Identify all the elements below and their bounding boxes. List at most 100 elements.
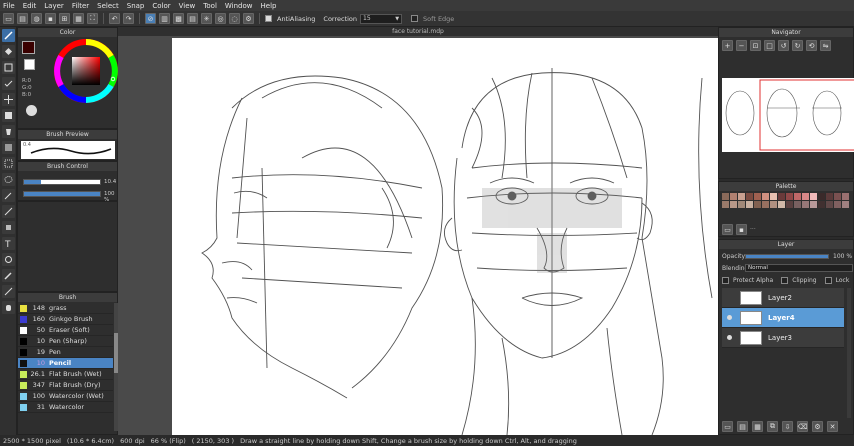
layer-visibility-toggle[interactable] bbox=[727, 295, 732, 300]
palette-swatch[interactable] bbox=[770, 193, 777, 200]
palette-swatch[interactable] bbox=[738, 193, 745, 200]
layer-row-layer3[interactable]: Layer3 bbox=[722, 328, 844, 348]
new-folder-icon[interactable]: ▦ bbox=[752, 421, 763, 432]
brush-item-eraser-soft[interactable]: 50 Eraser (Soft) bbox=[18, 325, 113, 336]
select-rect-tool-icon[interactable] bbox=[2, 61, 15, 74]
palette-swatch[interactable] bbox=[794, 193, 801, 200]
layer-opacity-slider[interactable] bbox=[745, 254, 829, 259]
palette-swatch[interactable] bbox=[818, 193, 825, 200]
brush-tool-icon[interactable] bbox=[2, 29, 15, 42]
new-canvas-icon[interactable]: ▭ bbox=[3, 13, 14, 24]
palette-swatch[interactable] bbox=[826, 201, 833, 208]
soft-edge-checkbox[interactable] bbox=[411, 15, 419, 22]
palette-swatch[interactable] bbox=[794, 201, 801, 208]
background-color-swatch[interactable] bbox=[24, 59, 35, 70]
redo-icon[interactable]: ↷ bbox=[123, 13, 134, 24]
palette-more-icon[interactable]: ... bbox=[750, 224, 756, 235]
palette-swatch[interactable] bbox=[834, 193, 841, 200]
select-pen-tool-icon[interactable] bbox=[2, 205, 15, 218]
layer-visibility-toggle[interactable] bbox=[727, 335, 732, 340]
palette-swatch[interactable] bbox=[730, 193, 737, 200]
size-slider[interactable] bbox=[23, 179, 101, 185]
palette-swatch[interactable] bbox=[730, 201, 737, 208]
snap-vanishing-icon[interactable]: ▤ bbox=[187, 13, 198, 24]
palette-swatch[interactable] bbox=[746, 201, 753, 208]
lock-checkbox[interactable] bbox=[824, 277, 832, 284]
opacity-slider[interactable] bbox=[23, 191, 101, 197]
clipping-checkbox[interactable] bbox=[781, 277, 789, 284]
menu-edit[interactable]: Edit bbox=[23, 2, 37, 10]
snap-parallel-icon[interactable]: ▥ bbox=[159, 13, 170, 24]
palette-swatch[interactable] bbox=[810, 193, 817, 200]
duplicate-layer-icon[interactable]: ⧉ bbox=[767, 421, 778, 432]
brush-item-grass[interactable]: 148 grass bbox=[18, 303, 113, 314]
zoom-in-icon[interactable]: + bbox=[722, 40, 733, 51]
palette-swatch[interactable] bbox=[818, 201, 825, 208]
select-all-icon[interactable]: ⛶ bbox=[87, 13, 98, 24]
navigator-preview[interactable] bbox=[722, 78, 854, 152]
rotate-right-icon[interactable]: ↻ bbox=[792, 40, 803, 51]
antialiasing-checkbox[interactable] bbox=[265, 15, 272, 22]
snap-off-icon[interactable]: ⊘ bbox=[145, 13, 156, 24]
brush-item-pen[interactable]: 19 Pen bbox=[18, 347, 113, 358]
palette-swatch[interactable] bbox=[810, 201, 817, 208]
menu-layer[interactable]: Layer bbox=[44, 2, 64, 10]
snap-radial-icon[interactable]: ✳ bbox=[201, 13, 212, 24]
menu-view[interactable]: View bbox=[179, 2, 196, 10]
brush-item-watercolor[interactable]: 31 Watercolor bbox=[18, 402, 113, 413]
zoom-out-icon[interactable]: − bbox=[736, 40, 747, 51]
lasso-free-tool-icon[interactable] bbox=[2, 173, 15, 186]
brush-item-flat-wet[interactable]: 26.1 Flat Brush (Wet) bbox=[18, 369, 113, 380]
move-tool-icon[interactable] bbox=[2, 93, 15, 106]
palette-swatch[interactable] bbox=[738, 201, 745, 208]
palette-swatch[interactable] bbox=[778, 201, 785, 208]
palette-swatch[interactable] bbox=[802, 201, 809, 208]
protect-alpha-checkbox[interactable] bbox=[722, 277, 729, 284]
menu-select[interactable]: Select bbox=[97, 2, 119, 10]
snap-curve-icon[interactable]: ◌ bbox=[229, 13, 240, 24]
palette-icon[interactable] bbox=[26, 105, 37, 116]
fit-icon[interactable]: ⊡ bbox=[750, 40, 761, 51]
brush-item-watercolor-wet[interactable]: 100 Watercolor (Wet) bbox=[18, 391, 113, 402]
brush-item-pencil[interactable]: 10 Pencil bbox=[18, 358, 113, 369]
hide-icon[interactable]: ▦ bbox=[73, 13, 84, 24]
palette-swatch[interactable] bbox=[770, 201, 777, 208]
palette-swatch[interactable] bbox=[786, 193, 793, 200]
palette-swatch[interactable] bbox=[754, 193, 761, 200]
palette-delete-icon[interactable]: ▪ bbox=[736, 224, 747, 235]
new-halftone-layer-icon[interactable]: ▤ bbox=[737, 421, 748, 432]
color-wheel[interactable] bbox=[54, 39, 118, 103]
menu-help[interactable]: Help bbox=[261, 2, 277, 10]
menu-color[interactable]: Color bbox=[152, 2, 170, 10]
palette-swatch[interactable] bbox=[754, 201, 761, 208]
palette-swatch[interactable] bbox=[842, 193, 849, 200]
drawing-canvas[interactable] bbox=[172, 38, 718, 435]
snap-circle-icon[interactable]: ◎ bbox=[215, 13, 226, 24]
layer-row-layer2[interactable]: Layer2 bbox=[722, 288, 844, 308]
correction-select[interactable]: 15 ▼ bbox=[360, 13, 403, 24]
rotate-left-icon[interactable]: ↺ bbox=[778, 40, 789, 51]
layer-settings-icon[interactable]: ⚙ bbox=[812, 421, 823, 432]
layer-scrollbar[interactable] bbox=[847, 288, 851, 418]
brush-item-ginkgo[interactable]: 160 Ginkgo Brush bbox=[18, 314, 113, 325]
palette-swatch[interactable] bbox=[762, 201, 769, 208]
text-tool-icon[interactable]: T bbox=[2, 237, 15, 250]
select-eraser-tool-icon[interactable] bbox=[2, 221, 15, 234]
clear-layer-icon[interactable]: ⌫ bbox=[797, 421, 808, 432]
eyedropper-tool-icon[interactable] bbox=[2, 269, 15, 282]
check-tool-icon[interactable] bbox=[2, 77, 15, 90]
new-layer-icon[interactable]: ▭ bbox=[722, 421, 733, 432]
snap-crisscross-icon[interactable]: ▩ bbox=[173, 13, 184, 24]
actual-size-icon[interactable]: □ bbox=[764, 40, 775, 51]
palette-swatch[interactable] bbox=[786, 201, 793, 208]
menu-window[interactable]: Window bbox=[225, 2, 253, 10]
reset-rotate-icon[interactable]: ⟲ bbox=[806, 40, 817, 51]
palette-swatch[interactable] bbox=[834, 201, 841, 208]
blending-select[interactable]: Normal bbox=[745, 264, 853, 272]
palette-swatch[interactable] bbox=[762, 193, 769, 200]
gradient-tool-icon[interactable] bbox=[2, 141, 15, 154]
palette-swatch[interactable] bbox=[826, 193, 833, 200]
layer-visibility-toggle[interactable] bbox=[727, 315, 732, 320]
grid-icon[interactable]: ⊞ bbox=[59, 13, 70, 24]
palette-add-icon[interactable]: ▭ bbox=[722, 224, 733, 235]
